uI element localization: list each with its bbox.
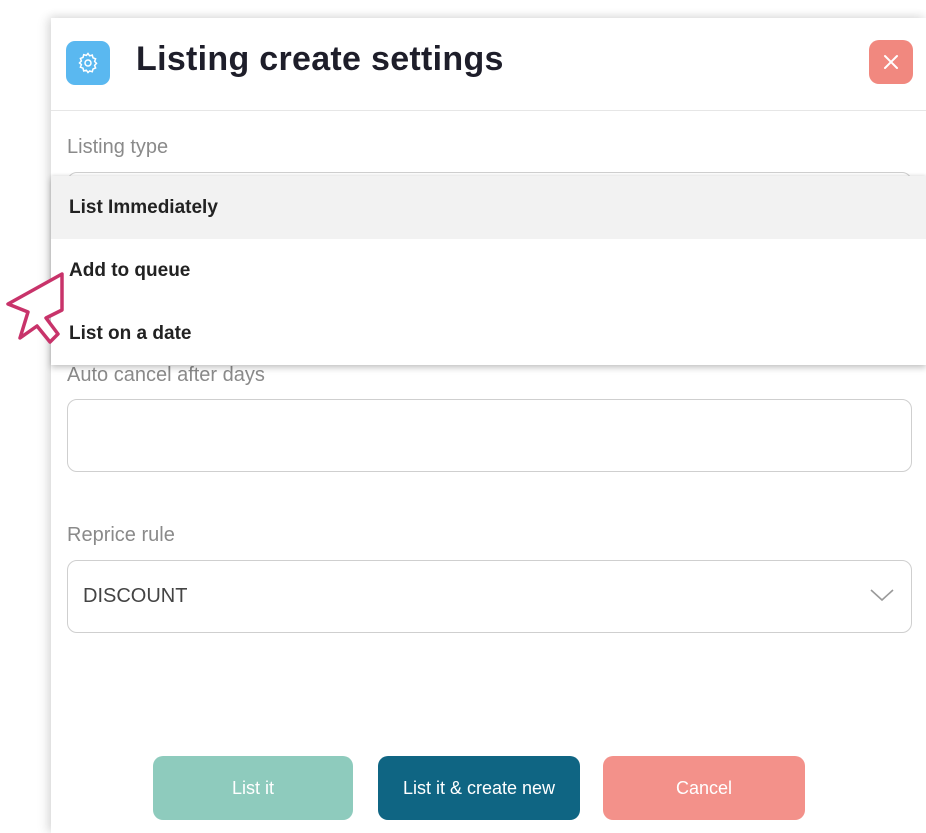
listing-type-dropdown: List Immediately Add to queue List on a … — [51, 176, 926, 365]
cancel-button[interactable]: Cancel — [603, 756, 805, 820]
gear-icon — [66, 41, 110, 85]
option-list-immediately[interactable]: List Immediately — [51, 176, 926, 239]
list-it-button[interactable]: List it — [153, 756, 353, 820]
auto-cancel-input[interactable] — [67, 399, 912, 472]
close-button[interactable] — [869, 40, 913, 84]
auto-cancel-label: Auto cancel after days — [67, 364, 265, 386]
listing-type-label: Listing type — [67, 136, 169, 158]
option-add-to-queue[interactable]: Add to queue — [51, 239, 926, 302]
chevron-down-icon — [869, 587, 895, 608]
modal-header: Listing create settings — [51, 18, 926, 111]
reprice-rule-label: Reprice rule — [67, 524, 175, 546]
list-create-new-button[interactable]: List it & create new — [378, 756, 580, 820]
close-icon — [884, 55, 898, 69]
pointer-cursor-icon — [4, 270, 66, 349]
reprice-rule-value: DISCOUNT — [83, 585, 188, 607]
reprice-rule-select[interactable]: DISCOUNT — [67, 560, 912, 633]
listing-settings-modal: Listing create settings Listing type Aut… — [51, 18, 926, 833]
option-list-on-a-date[interactable]: List on a date — [51, 302, 926, 365]
modal-title: Listing create settings — [136, 40, 504, 78]
